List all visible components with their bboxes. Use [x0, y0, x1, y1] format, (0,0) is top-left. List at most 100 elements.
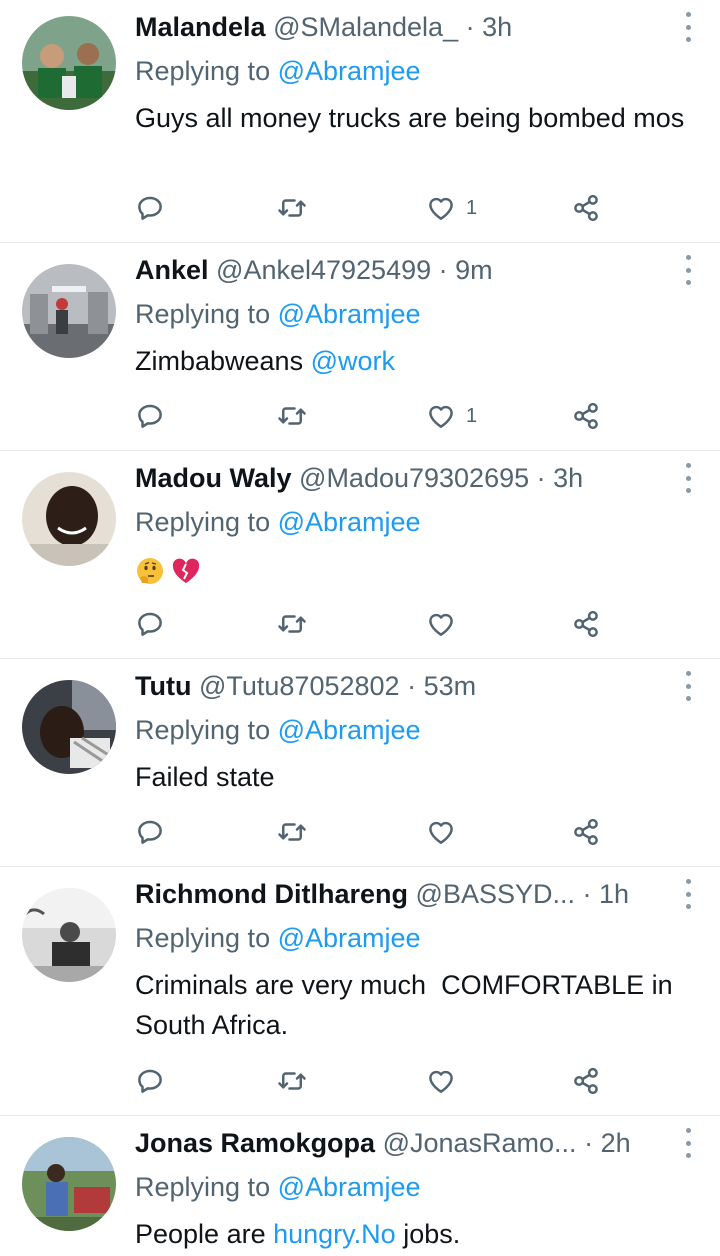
retweet-icon	[278, 615, 306, 633]
replying-to-label: Replying to	[135, 1172, 271, 1202]
timestamp[interactable]: 1h	[599, 879, 629, 909]
mention-link[interactable]: @Abramjee	[278, 56, 421, 86]
more-vertical-icon[interactable]	[682, 1128, 694, 1158]
more-vertical-icon[interactable]	[682, 463, 694, 493]
tweet[interactable]: Ankel @Ankel47925499 · 9m Replying to @A…	[0, 243, 720, 451]
like-button[interactable]	[426, 1061, 456, 1101]
share-icon	[574, 1067, 598, 1095]
like-button[interactable]	[426, 604, 456, 644]
retweet-button[interactable]	[277, 812, 307, 852]
replying-to: Replying to @Abramjee	[135, 503, 421, 541]
heart-icon	[429, 1070, 453, 1093]
tweet[interactable]: Richmond Ditlhareng @BASSYD... · 1h Repl…	[0, 867, 720, 1116]
tweet[interactable]: Tutu @Tutu87052802 · 53m Replying to @Ab…	[0, 659, 720, 867]
reply-icon	[138, 820, 162, 844]
user-handle[interactable]: @BASSYD...	[416, 879, 575, 909]
share-button[interactable]	[571, 188, 601, 228]
share-button[interactable]	[571, 396, 601, 436]
reply-button[interactable]	[135, 812, 165, 852]
reply-button[interactable]	[135, 604, 165, 644]
replying-to-label: Replying to	[135, 923, 271, 953]
share-button[interactable]	[571, 1061, 601, 1101]
avatar[interactable]	[22, 888, 116, 982]
tweet-header: Jonas Ramokgopa @JonasRamo... · 2h	[135, 1124, 631, 1162]
user-handle[interactable]: @Madou79302695	[299, 463, 529, 493]
retweet-button[interactable]	[277, 396, 307, 436]
reply-icon	[138, 196, 162, 220]
tweet-text-plain: Zimbabweans	[135, 346, 311, 376]
tweet[interactable]: Malandela @SMalandela_ · 3h Replying to …	[0, 0, 720, 243]
retweet-button[interactable]	[277, 604, 307, 644]
avatar[interactable]	[22, 1137, 116, 1231]
replying-to-label: Replying to	[135, 299, 271, 329]
heart-icon	[429, 821, 453, 844]
mention-link[interactable]: @Abramjee	[278, 1172, 421, 1202]
heart-icon	[429, 405, 453, 428]
replying-to: Replying to @Abramjee	[135, 1168, 421, 1206]
more-vertical-icon[interactable]	[682, 12, 694, 42]
tweet-header: Tutu @Tutu87052802 · 53m	[135, 667, 476, 705]
user-handle[interactable]: @Ankel47925499	[216, 255, 431, 285]
timestamp[interactable]: 3h	[553, 463, 583, 493]
like-button[interactable]: 1	[426, 188, 477, 228]
replying-to-label: Replying to	[135, 507, 271, 537]
user-handle[interactable]: @JonasRamo...	[383, 1128, 577, 1158]
retweet-icon	[278, 407, 306, 425]
mention-link[interactable]: @Abramjee	[278, 715, 421, 745]
display-name[interactable]: Malandela	[135, 12, 266, 42]
avatar[interactable]	[22, 680, 116, 774]
timestamp[interactable]: 2h	[601, 1128, 631, 1158]
more-vertical-icon[interactable]	[682, 671, 694, 701]
user-handle[interactable]: @SMalandela_	[273, 12, 458, 42]
display-name[interactable]: Richmond Ditlhareng	[135, 879, 408, 909]
display-name[interactable]: Madou Waly	[135, 463, 292, 493]
avatar[interactable]	[22, 264, 116, 358]
reply-icon	[138, 404, 162, 428]
retweet-button[interactable]	[277, 188, 307, 228]
user-handle[interactable]: @Tutu87052802	[199, 671, 400, 701]
tweet-header: Richmond Ditlhareng @BASSYD... · 1h	[135, 875, 629, 913]
reply-button[interactable]	[135, 396, 165, 436]
timestamp[interactable]: 3h	[482, 12, 512, 42]
tweet-actions: 1	[135, 188, 605, 228]
tweet-text: Criminals are very much COMFORTABLE in S…	[135, 970, 681, 1040]
display-name[interactable]: Tutu	[135, 671, 191, 701]
reply-button[interactable]	[135, 1061, 165, 1101]
retweet-button[interactable]	[277, 1061, 307, 1101]
reply-icon	[138, 1069, 162, 1093]
more-vertical-icon[interactable]	[682, 879, 694, 909]
replying-to: Replying to @Abramjee	[135, 295, 421, 333]
replying-to-label: Replying to	[135, 715, 271, 745]
reply-button[interactable]	[135, 188, 165, 228]
mention-link[interactable]: @work	[311, 346, 395, 376]
timestamp[interactable]: 9m	[455, 255, 493, 285]
mention-link[interactable]: @Abramjee	[278, 923, 421, 953]
avatar[interactable]	[22, 16, 116, 110]
replying-to-label: Replying to	[135, 56, 271, 86]
separator-dot: ·	[438, 255, 448, 285]
tweet-text: People are hungry.No jobs.	[135, 1214, 695, 1254]
tweet-text: Zimbabweans @work	[135, 341, 695, 381]
share-button[interactable]	[571, 604, 601, 644]
tweet[interactable]: Madou Waly @Madou79302695 · 3h Replying …	[0, 451, 720, 659]
more-vertical-icon[interactable]	[682, 255, 694, 285]
like-button[interactable]	[426, 812, 456, 852]
share-icon	[574, 194, 598, 222]
hashtag-link[interactable]: hungry.No	[273, 1219, 396, 1249]
display-name[interactable]: Ankel	[135, 255, 209, 285]
share-button[interactable]	[571, 812, 601, 852]
reply-icon	[138, 612, 162, 636]
tweet-text: Guys all money trucks are being bombed m…	[135, 103, 685, 133]
like-count: 1	[466, 404, 478, 427]
timestamp[interactable]: 53m	[424, 671, 477, 701]
tweet-text-plain: jobs.	[395, 1219, 461, 1249]
separator-dot: ·	[407, 671, 417, 701]
avatar[interactable]	[22, 472, 116, 566]
tweet[interactable]: Jonas Ramokgopa @JonasRamo... · 2h Reply…	[0, 1116, 720, 1256]
thinking-face-emoji	[137, 557, 163, 584]
display-name[interactable]: Jonas Ramokgopa	[135, 1128, 375, 1158]
heart-icon	[429, 197, 453, 220]
mention-link[interactable]: @Abramjee	[278, 507, 421, 537]
like-button[interactable]: 1	[426, 396, 477, 436]
mention-link[interactable]: @Abramjee	[278, 299, 421, 329]
